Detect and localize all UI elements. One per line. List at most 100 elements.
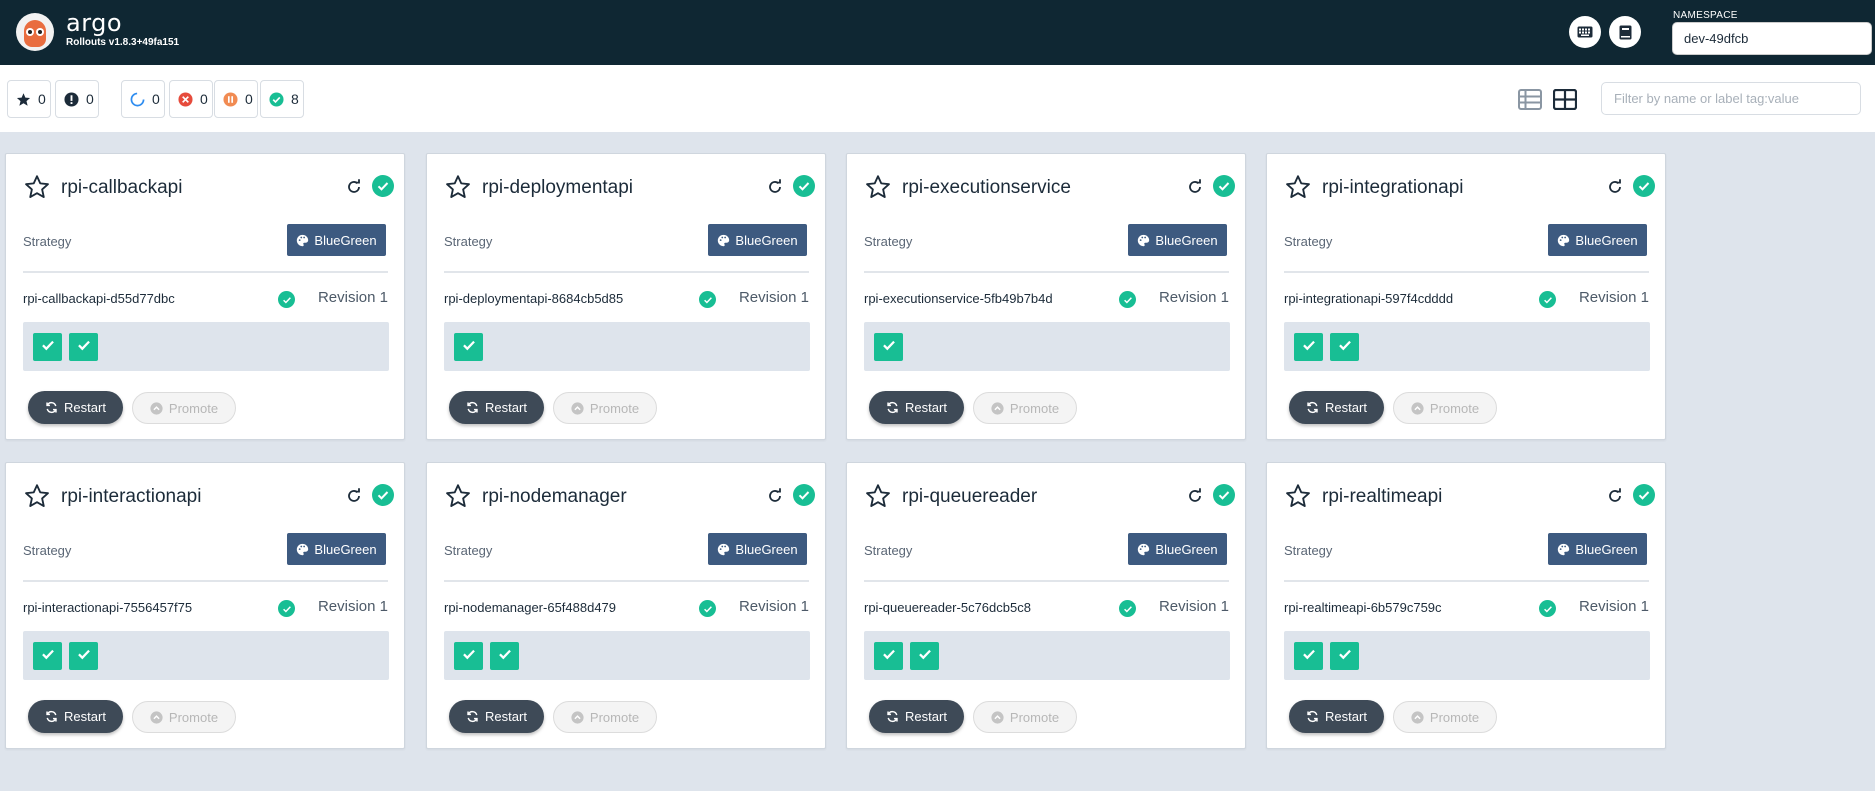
rollout-name[interactable]: rpi-integrationapi: [1322, 177, 1464, 199]
promote-button[interactable]: Promote: [1393, 392, 1497, 424]
degraded-icon: [178, 91, 193, 107]
paused-filter[interactable]: 0: [214, 80, 258, 118]
favorite-star-icon[interactable]: [23, 173, 51, 201]
degraded-filter[interactable]: 0: [169, 80, 213, 118]
promote-button[interactable]: Promote: [973, 392, 1077, 424]
pod-status-healthy[interactable]: [1294, 642, 1323, 670]
pods-container: [864, 631, 1230, 680]
pod-status-healthy[interactable]: [454, 642, 483, 670]
favorites-count: 0: [38, 91, 46, 107]
pod-status-healthy[interactable]: [1294, 333, 1323, 361]
promote-button[interactable]: Promote: [973, 701, 1077, 733]
rollout-name[interactable]: rpi-queuereader: [902, 486, 1037, 508]
rollout-card[interactable]: rpi-realtimeapi Strategy BlueGreen rpi-r…: [1266, 462, 1666, 749]
pod-status-healthy[interactable]: [454, 333, 483, 361]
keyboard-shortcuts-button[interactable]: [1569, 16, 1601, 48]
rollout-card[interactable]: rpi-deploymentapi Strategy BlueGreen rpi…: [426, 153, 826, 440]
refresh-icon[interactable]: [767, 488, 783, 504]
progressing-filter[interactable]: 0: [121, 80, 165, 118]
pod-status-healthy[interactable]: [33, 642, 62, 670]
pod-status-healthy[interactable]: [33, 333, 62, 361]
strategy-label: Strategy: [1284, 543, 1333, 558]
progressing-icon: [130, 91, 145, 107]
restart-button[interactable]: Restart: [449, 700, 544, 733]
rollout-name[interactable]: rpi-realtimeapi: [1322, 486, 1442, 508]
favorite-star-icon[interactable]: [1284, 482, 1312, 510]
favorite-star-icon[interactable]: [864, 173, 892, 201]
restart-label: Restart: [64, 709, 106, 724]
refresh-icon[interactable]: [346, 488, 362, 504]
pod-status-healthy[interactable]: [1330, 642, 1359, 670]
palette-icon: [1138, 234, 1150, 246]
grid-view-button[interactable]: [1551, 86, 1579, 112]
replicaset-name: rpi-nodemanager-65f488d479: [444, 600, 617, 615]
rollout-name[interactable]: rpi-interactionapi: [61, 486, 201, 508]
refresh-icon[interactable]: [1607, 488, 1623, 504]
strategy-name: BlueGreen: [314, 232, 377, 248]
promote-button[interactable]: Promote: [1393, 701, 1497, 733]
errors-filter[interactable]: 0: [55, 80, 99, 118]
favorite-star-icon[interactable]: [864, 482, 892, 510]
favorites-filter[interactable]: 0: [7, 80, 51, 118]
divider: [23, 271, 388, 273]
rollout-card[interactable]: rpi-callbackapi Strategy BlueGreen rpi-c…: [5, 153, 405, 440]
palette-icon: [297, 234, 309, 246]
restart-label: Restart: [485, 400, 527, 415]
promote-label: Promote: [1429, 400, 1480, 416]
pod-status-healthy[interactable]: [1330, 333, 1359, 361]
pod-status-healthy[interactable]: [910, 642, 939, 670]
restart-button[interactable]: Restart: [1289, 391, 1384, 424]
divider: [1284, 271, 1649, 273]
refresh-icon[interactable]: [1187, 488, 1203, 504]
replicaset-healthy-icon: [278, 600, 295, 617]
refresh-icon[interactable]: [346, 179, 362, 195]
filter-search-input[interactable]: [1601, 82, 1861, 115]
replicaset-healthy-icon: [1119, 291, 1136, 308]
healthy-filter[interactable]: 8: [260, 80, 304, 118]
pod-status-healthy[interactable]: [490, 642, 519, 670]
promote-button[interactable]: Promote: [553, 701, 657, 733]
promote-button[interactable]: Promote: [132, 701, 236, 733]
replicaset-name: rpi-deploymentapi-8684cb5d85: [444, 291, 624, 306]
rollout-name[interactable]: rpi-deploymentapi: [482, 177, 633, 199]
promote-label: Promote: [168, 709, 219, 725]
promote-button[interactable]: Promote: [553, 392, 657, 424]
revision-label: Revision 1: [1158, 598, 1229, 615]
rollout-name[interactable]: rpi-nodemanager: [482, 486, 627, 508]
docs-button[interactable]: [1609, 16, 1641, 48]
favorite-star-icon[interactable]: [444, 173, 472, 201]
favorite-star-icon[interactable]: [444, 482, 472, 510]
favorite-star-icon[interactable]: [23, 482, 51, 510]
rollout-card[interactable]: rpi-nodemanager Strategy BlueGreen rpi-n…: [426, 462, 826, 749]
favorite-star-icon[interactable]: [1284, 173, 1312, 201]
restart-button[interactable]: Restart: [28, 700, 123, 733]
rollout-name[interactable]: rpi-executionservice: [902, 177, 1071, 199]
restart-button[interactable]: Restart: [1289, 700, 1384, 733]
replicaset-name: rpi-queuereader-5c76dcb5c8: [864, 600, 1031, 615]
namespace-input[interactable]: [1672, 22, 1872, 55]
strategy-label: Strategy: [444, 543, 493, 558]
refresh-icon[interactable]: [1187, 179, 1203, 195]
refresh-icon[interactable]: [767, 179, 783, 195]
pod-status-healthy[interactable]: [69, 642, 98, 670]
restart-button[interactable]: Restart: [869, 391, 964, 424]
rollout-card[interactable]: rpi-queuereader Strategy BlueGreen rpi-q…: [846, 462, 1246, 749]
pod-status-healthy[interactable]: [69, 333, 98, 361]
restart-button[interactable]: Restart: [449, 391, 544, 424]
restart-icon: [46, 401, 57, 414]
promote-button[interactable]: Promote: [132, 392, 236, 424]
pod-status-healthy[interactable]: [874, 333, 903, 361]
keyboard-icon: [1577, 26, 1593, 38]
list-view-button[interactable]: [1516, 86, 1544, 112]
refresh-icon[interactable]: [1607, 179, 1623, 195]
restart-button[interactable]: Restart: [869, 700, 964, 733]
promote-arrow-icon: [571, 401, 584, 415]
pod-status-healthy[interactable]: [874, 642, 903, 670]
rollout-card[interactable]: rpi-interactionapi Strategy BlueGreen rp…: [5, 462, 405, 749]
namespace-label: NAMESPACE: [1673, 10, 1738, 21]
rollout-card[interactable]: rpi-integrationapi Strategy BlueGreen rp…: [1266, 153, 1666, 440]
restart-button[interactable]: Restart: [28, 391, 123, 424]
rollout-card[interactable]: rpi-executionservice Strategy BlueGreen …: [846, 153, 1246, 440]
rollout-name[interactable]: rpi-callbackapi: [61, 177, 182, 199]
top-header: argo Rollouts v1.8.3+49fa151 NAMESPACE: [0, 0, 1875, 65]
